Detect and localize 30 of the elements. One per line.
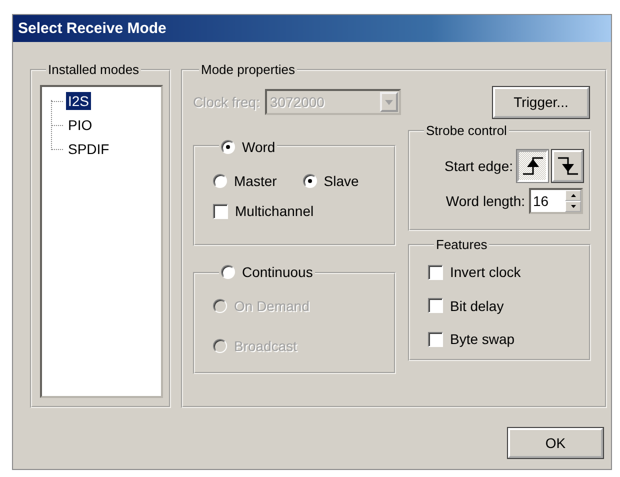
spin-arrows-icon[interactable] [565,190,581,212]
tree-item[interactable]: SPDIF [66,140,112,158]
checkbox[interactable] [428,264,443,280]
group-title: Strobe control [425,123,508,138]
edge-button[interactable] [552,150,583,182]
falling-edge-icon [556,155,578,177]
radio-option[interactable]: Master [213,173,277,189]
radio-option[interactable]: Slave [302,173,359,189]
tree-item[interactable]: PIO [66,116,94,134]
word-length-spinner[interactable]: 16 [529,188,583,214]
word-radio[interactable]: Word [221,139,276,155]
field-label: Word length: [446,193,525,209]
field-label: Start edge: [444,158,513,174]
checkbox-option[interactable]: Invert clock [428,264,521,280]
group-title: Features [435,237,488,252]
checkbox[interactable] [428,332,443,346]
edge-button[interactable] [517,150,548,182]
checkbox[interactable] [428,298,443,313]
checkbox-option[interactable]: Bit delay [428,298,504,314]
checkbox-option[interactable]: Byte swap [428,331,515,347]
checkbox[interactable] [213,204,228,218]
tree-item[interactable]: I2S [66,92,92,110]
continuous-radio[interactable]: Continuous [221,264,313,280]
ok-button[interactable]: OK [508,428,603,458]
group-title: Mode properties [200,62,296,77]
trigger-button[interactable]: Trigger... [493,86,589,118]
window-title: Select Receive Mode [18,20,166,37]
group-title: Installed modes [47,62,140,77]
rising-edge-icon [522,155,544,177]
checkbox-option[interactable]: Multichannel [213,203,314,219]
